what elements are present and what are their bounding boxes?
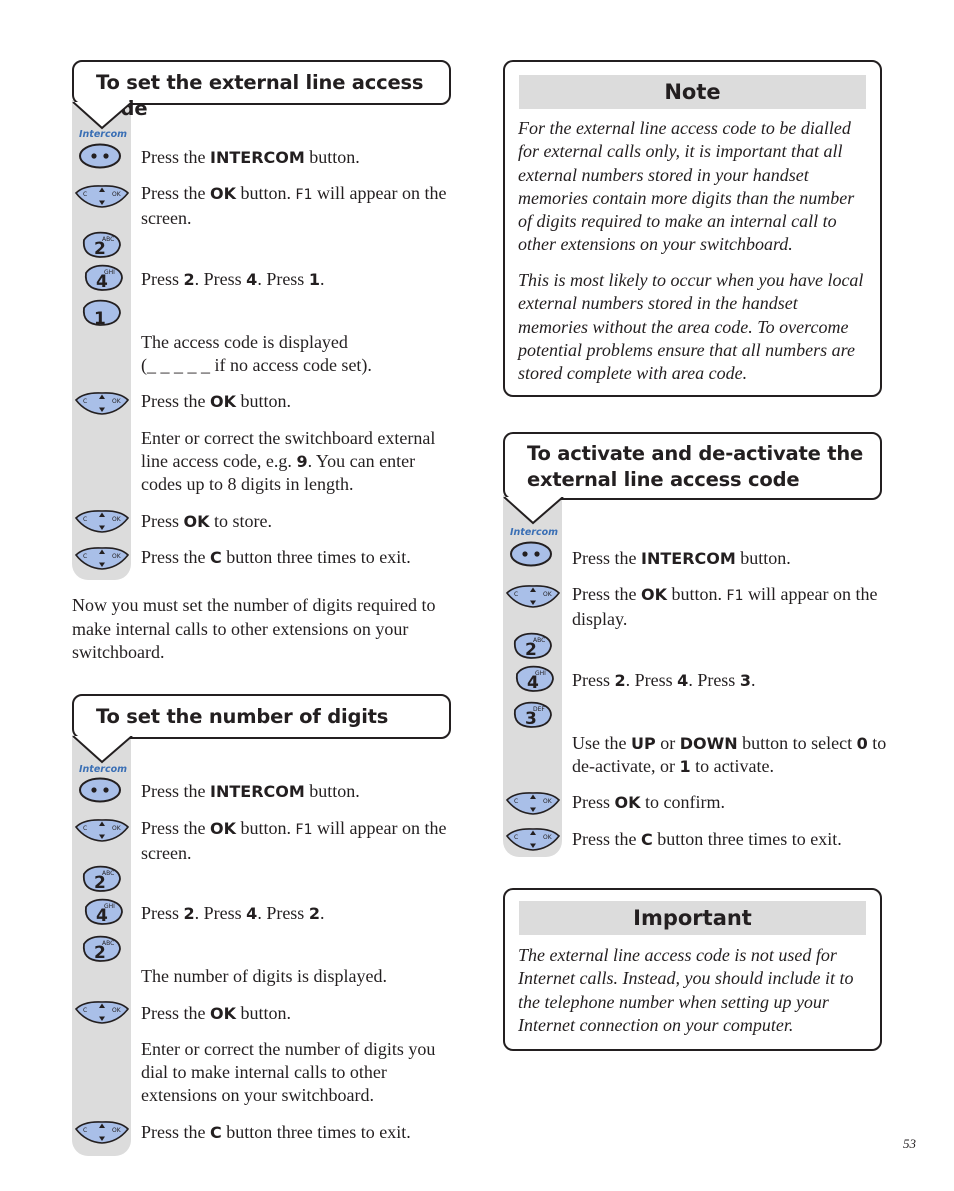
step-text: Press OK to store. [141,511,273,531]
step-text: Press the INTERCOM button. [141,781,360,801]
svg-text:ABC: ABC [102,870,114,877]
important-box: Important The external line access code … [503,888,882,1051]
ok-navigation-button-icon [506,828,560,851]
step-text: Press 2. Press 4. Press 2. [141,903,325,923]
svg-text:1: 1 [94,309,106,329]
note-box: Note For the external line access code t… [503,60,882,397]
callout-tail [503,497,564,525]
step-text: Press 2. Press 4. Press 3. [572,670,756,690]
keypad-key-3-icon: 3 DEF [513,701,552,729]
step-text: Press the INTERCOM button. [572,548,791,568]
step-text: Enter or correct the switchboard externa… [141,428,436,494]
note-heading: Note [519,75,866,109]
callout-tail [72,102,133,130]
svg-text:GHI: GHI [104,269,115,276]
step-text: The access code is displayed (_ _ _ _ _ i… [141,332,372,375]
important-paragraph: The external line access code is not use… [518,945,854,1035]
intercom-button-icon [79,143,121,169]
step-text: Press 2. Press 4. Press 1. [141,269,325,289]
svg-text:ABC: ABC [533,637,545,644]
svg-text:GHI: GHI [104,903,115,910]
ok-navigation-button-icon [75,547,129,570]
ok-navigation-button-icon [75,510,129,533]
svg-text:ABC: ABC [102,236,114,243]
svg-text:GHI: GHI [535,670,546,677]
step-text: Press OK to confirm. [572,792,725,812]
keypad-key-2-icon: 2 ABC [513,632,552,660]
intercom-button-icon [79,777,121,803]
keypad-key-2-icon: 2 ABC [82,231,121,259]
ok-navigation-button-icon [75,185,129,208]
step-text: The number of digits is displayed. [141,966,387,986]
step-text: Press the OK button. F1 will appear on t… [141,818,447,863]
ok-navigation-button-icon [75,1121,129,1144]
section-title: To activate and de-activate the external … [527,442,864,491]
keypad-key-4-icon: 4 GHI [84,898,123,926]
keypad-key-4-icon: 4 GHI [84,264,123,292]
section-title: To set the external line access code [96,71,424,120]
section-heading-callout: To set the external line access code [72,60,451,120]
ok-navigation-button-icon [75,819,129,842]
step-text: Press the OK button. F1 will appear on t… [141,183,447,228]
note-paragraph: For the external line access code to be … [518,118,855,255]
ok-navigation-button-icon [75,392,129,415]
step-text: Press the C button three times to exit. [572,829,842,849]
svg-text:DEF: DEF [533,706,545,713]
svg-text:ABC: ABC [102,940,114,947]
step-text: Press the OK button. F1 will appear on t… [572,584,878,629]
page-number: 53 [903,1136,916,1151]
interlude-paragraph: Now you must set the number of digits re… [72,595,436,662]
note-paragraph: This is most likely to occur when you ha… [518,270,864,384]
ok-navigation-button-icon [506,585,560,608]
step-icon-column [72,100,131,580]
step-text: Press the OK button. [141,1003,292,1023]
ok-navigation-button-icon [506,792,560,815]
intercom-label: Intercom [510,527,559,538]
step-text: Press the C button three times to exit. [141,1122,411,1142]
step-text: Press the C button three times to exit. [141,547,411,567]
step-text: Press the OK button. [141,391,292,411]
step-text: Press the INTERCOM button. [141,147,360,167]
keypad-key-2-icon: 2 ABC [82,935,121,963]
keypad-key-1-icon: 1 [82,299,121,329]
step-text: Use the UP or DOWN button to select 0 to… [572,733,887,776]
section-title: To set the number of digits [96,705,389,728]
keypad-key-2-icon: 2 ABC [82,865,121,893]
step-text: Enter or correct the number of digits yo… [141,1039,436,1105]
ok-navigation-button-icon [75,1001,129,1024]
keypad-key-4-icon: 4 GHI [515,665,554,693]
callout-tail [72,736,133,764]
important-heading: Important [519,901,866,935]
section-heading-callout: To set the number of digits [72,694,451,739]
section-heading-callout: To activate and de-activate the external … [503,432,882,500]
intercom-button-icon [510,541,552,567]
